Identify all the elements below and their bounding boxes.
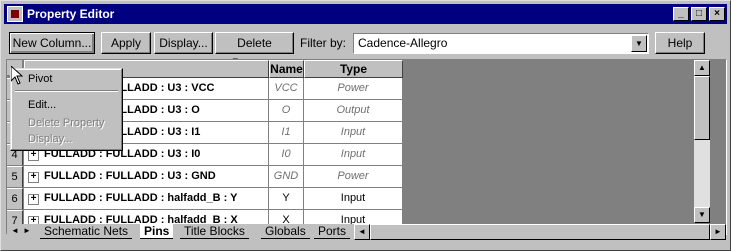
cell-type[interactable]: Power xyxy=(304,78,403,100)
window-title: Property Editor xyxy=(27,7,115,21)
column-header-name[interactable]: Name xyxy=(269,60,304,78)
mouse-pointer-icon xyxy=(11,66,23,85)
tab-ports[interactable]: Ports xyxy=(314,224,351,239)
scroll-left-icon[interactable]: ◄ xyxy=(354,224,370,240)
cell-name[interactable]: VCC xyxy=(269,78,304,100)
expand-icon[interactable]: + xyxy=(28,172,39,183)
row-number[interactable]: 6 xyxy=(7,188,23,210)
cell-type[interactable]: Input xyxy=(304,122,403,144)
cell-name[interactable]: I1 xyxy=(269,122,304,144)
cell-object-label: FULLADD : FULLADD : halfadd_B : Y xyxy=(44,192,238,204)
property-editor-window: Property Editor _ □ × New Column... Appl… xyxy=(0,0,731,251)
maximize-button[interactable]: □ xyxy=(691,7,707,21)
expand-icon[interactable]: + xyxy=(28,150,39,161)
close-button[interactable]: × xyxy=(709,7,725,21)
filter-select[interactable]: Cadence-Allegro ▼ xyxy=(353,33,649,54)
horizontal-scrollbar[interactable]: ◄ ► xyxy=(354,224,726,240)
tab-schematic-nets[interactable]: Schematic Nets xyxy=(40,224,133,239)
tab-title-blocks[interactable]: Title Blocks xyxy=(180,224,249,239)
menu-item-display: Display... xyxy=(28,133,73,145)
tab-globals[interactable]: Globals xyxy=(261,224,310,239)
apply-button[interactable]: Apply xyxy=(101,32,151,54)
horizontal-scroll-thumb[interactable] xyxy=(370,224,710,240)
help-button[interactable]: Help xyxy=(655,32,705,54)
menu-item-pivot[interactable]: Pivot xyxy=(13,72,120,87)
cell-name[interactable]: O xyxy=(269,100,304,122)
cell-name[interactable]: Y xyxy=(269,188,304,210)
sheet-tab-bar: ◄ ► Schematic Nets Pins Title Blocks Glo… xyxy=(7,224,726,240)
tab-scroll-left-icon[interactable]: ◄ xyxy=(9,224,21,238)
scroll-down-icon[interactable]: ▼ xyxy=(694,207,710,223)
cell-name[interactable]: GND xyxy=(269,166,304,188)
expand-icon[interactable]: + xyxy=(28,216,39,224)
vertical-scrollbar[interactable]: ▲ ▼ xyxy=(694,60,710,223)
display-button[interactable]: Display... xyxy=(154,32,213,54)
row-number[interactable]: 7 xyxy=(7,210,23,224)
filter-label: Filter by: xyxy=(300,36,347,50)
cell-object-label: FULLADD : FULLADD : halfadd_B : X xyxy=(44,214,238,224)
menu-separator xyxy=(15,90,118,92)
delete-property-button[interactable]: Delete Property xyxy=(215,32,294,70)
toolbar: New Column... Apply Display... Delete Pr… xyxy=(9,32,727,70)
cell-type[interactable]: Input xyxy=(304,188,403,210)
cell-object[interactable]: + FULLADD : FULLADD : halfadd_B : X xyxy=(24,210,269,224)
minimize-button[interactable]: _ xyxy=(673,7,689,21)
menu-item-delete-property: Delete Property xyxy=(28,117,105,129)
context-menu: Pivot Edit... Delete Property Display... xyxy=(10,68,123,151)
vertical-scroll-thumb[interactable] xyxy=(694,76,710,140)
menu-item-edit[interactable]: Edit... xyxy=(13,98,120,113)
cell-object-label: FULLADD : FULLADD : U3 : GND xyxy=(44,170,216,182)
cell-object[interactable]: + FULLADD : FULLADD : U3 : GND xyxy=(24,166,269,188)
tab-pins[interactable]: Pins xyxy=(140,224,174,239)
scroll-up-icon[interactable]: ▲ xyxy=(694,60,710,76)
title-bar[interactable]: Property Editor _ □ × xyxy=(4,4,727,24)
scroll-right-icon[interactable]: ► xyxy=(710,224,726,240)
chevron-down-icon[interactable]: ▼ xyxy=(631,35,647,52)
cell-object[interactable]: + FULLADD : FULLADD : halfadd_B : Y xyxy=(24,188,269,210)
cell-type[interactable]: Output xyxy=(304,100,403,122)
cell-type[interactable]: Input xyxy=(304,144,403,166)
expand-icon[interactable]: + xyxy=(28,194,39,205)
filter-value: Cadence-Allegro xyxy=(358,36,448,50)
app-icon[interactable] xyxy=(7,6,23,22)
cell-name[interactable]: X xyxy=(269,210,304,224)
cell-type[interactable]: Power xyxy=(304,166,403,188)
cell-name[interactable]: I0 xyxy=(269,144,304,166)
row-number[interactable]: 5 xyxy=(7,166,23,188)
tab-scroll-right-icon[interactable]: ► xyxy=(21,224,33,238)
new-column-button[interactable]: New Column... xyxy=(9,32,95,54)
column-header-type[interactable]: Type xyxy=(304,60,403,78)
cell-type[interactable]: Input xyxy=(304,210,403,224)
